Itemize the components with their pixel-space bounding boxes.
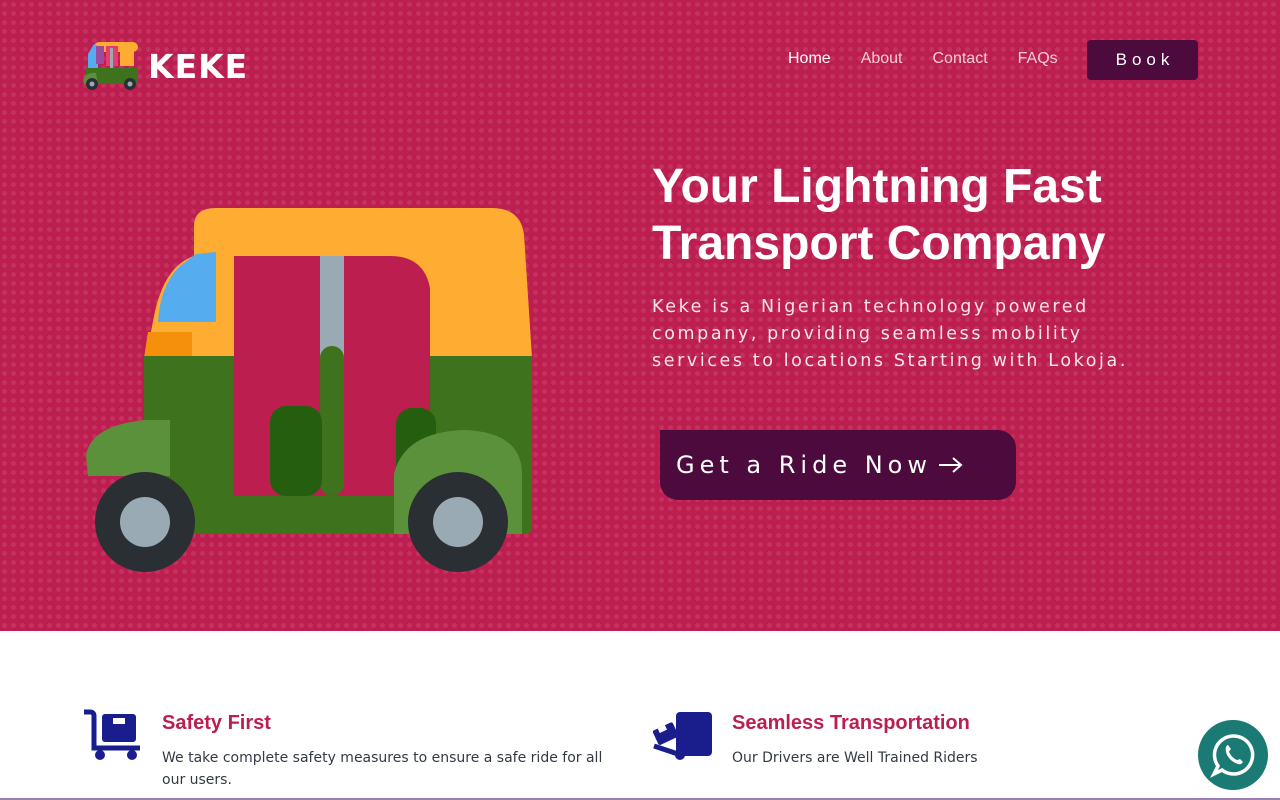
feature-safety-first: Safety First We take complete safety mea… [82, 708, 612, 791]
feature-title: Safety First [162, 712, 271, 734]
hero-title-line1: Your Lightning Fast [652, 160, 1102, 213]
main-nav: Home About Contact FAQs [788, 50, 1088, 68]
whatsapp-icon [1210, 734, 1255, 778]
get-ride-button[interactable]: Get a Ride Now [660, 430, 1016, 500]
hero-description: Keke is a Nigerian technology powered co… [652, 297, 1128, 371]
whatsapp-chat-button[interactable] [1198, 720, 1268, 790]
nav-contact-link[interactable]: Contact [933, 50, 988, 68]
feature-seamless-transportation: Seamless Transportation Our Drivers are … [652, 708, 1182, 769]
arrow-right-icon [938, 457, 963, 473]
brand-name: KEKE [148, 46, 249, 86]
auto-rickshaw-illustration [86, 208, 532, 572]
brand-logo[interactable]: KEKE [82, 40, 248, 92]
feature-text: We take complete safety measures to ensu… [162, 750, 603, 788]
delivery-dolly-icon [652, 712, 712, 760]
book-button[interactable]: Book [1087, 40, 1198, 80]
get-ride-label: Get a Ride Now [676, 451, 932, 479]
luggage-cart-icon [84, 709, 140, 760]
nav-about-link[interactable]: About [861, 50, 903, 68]
hero-title: Your Lightning Fast Transport Company [652, 158, 1172, 272]
nav-faqs-link[interactable]: FAQs [1018, 50, 1058, 68]
feature-text: Our Drivers are Well Trained Riders [732, 750, 978, 766]
feature-title: Seamless Transportation [732, 712, 970, 734]
nav-home-link[interactable]: Home [788, 50, 831, 68]
keke-logo-icon [83, 42, 138, 90]
hero-title-line2: Transport Company [652, 217, 1106, 270]
hero-section: KEKE Home About Contact FAQs Book Your L… [0, 0, 1280, 631]
